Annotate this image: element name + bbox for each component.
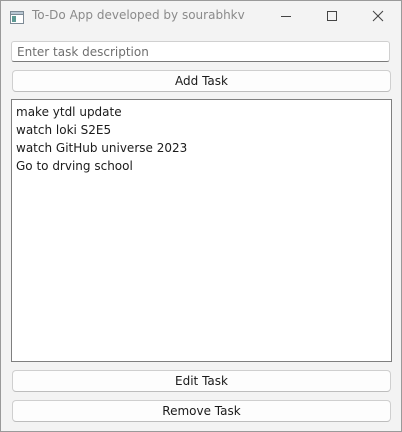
task-description-input[interactable] bbox=[11, 41, 390, 62]
edit-task-button[interactable]: Edit Task bbox=[12, 370, 391, 392]
close-button[interactable] bbox=[355, 1, 401, 31]
remove-task-button[interactable]: Remove Task bbox=[12, 400, 391, 422]
minimize-button[interactable] bbox=[263, 1, 309, 31]
app-window: To-Do App developed by sourabhkv Add Tas… bbox=[0, 0, 402, 432]
list-item[interactable]: watch loki S2E5 bbox=[16, 121, 387, 139]
app-window-icon bbox=[10, 9, 24, 24]
list-item[interactable]: make ytdl update bbox=[16, 103, 387, 121]
window-title: To-Do App developed by sourabhkv bbox=[32, 8, 245, 22]
maximize-icon bbox=[327, 11, 337, 21]
list-item[interactable]: Go to drving school bbox=[16, 157, 387, 175]
list-item[interactable]: watch GitHub universe 2023 bbox=[16, 139, 387, 157]
add-task-button[interactable]: Add Task bbox=[12, 70, 391, 92]
maximize-button[interactable] bbox=[309, 1, 355, 31]
minimize-icon bbox=[281, 16, 291, 17]
title-bar[interactable]: To-Do App developed by sourabhkv bbox=[1, 1, 401, 32]
close-icon bbox=[372, 10, 384, 22]
task-list[interactable]: make ytdl update watch loki S2E5 watch G… bbox=[11, 99, 392, 362]
